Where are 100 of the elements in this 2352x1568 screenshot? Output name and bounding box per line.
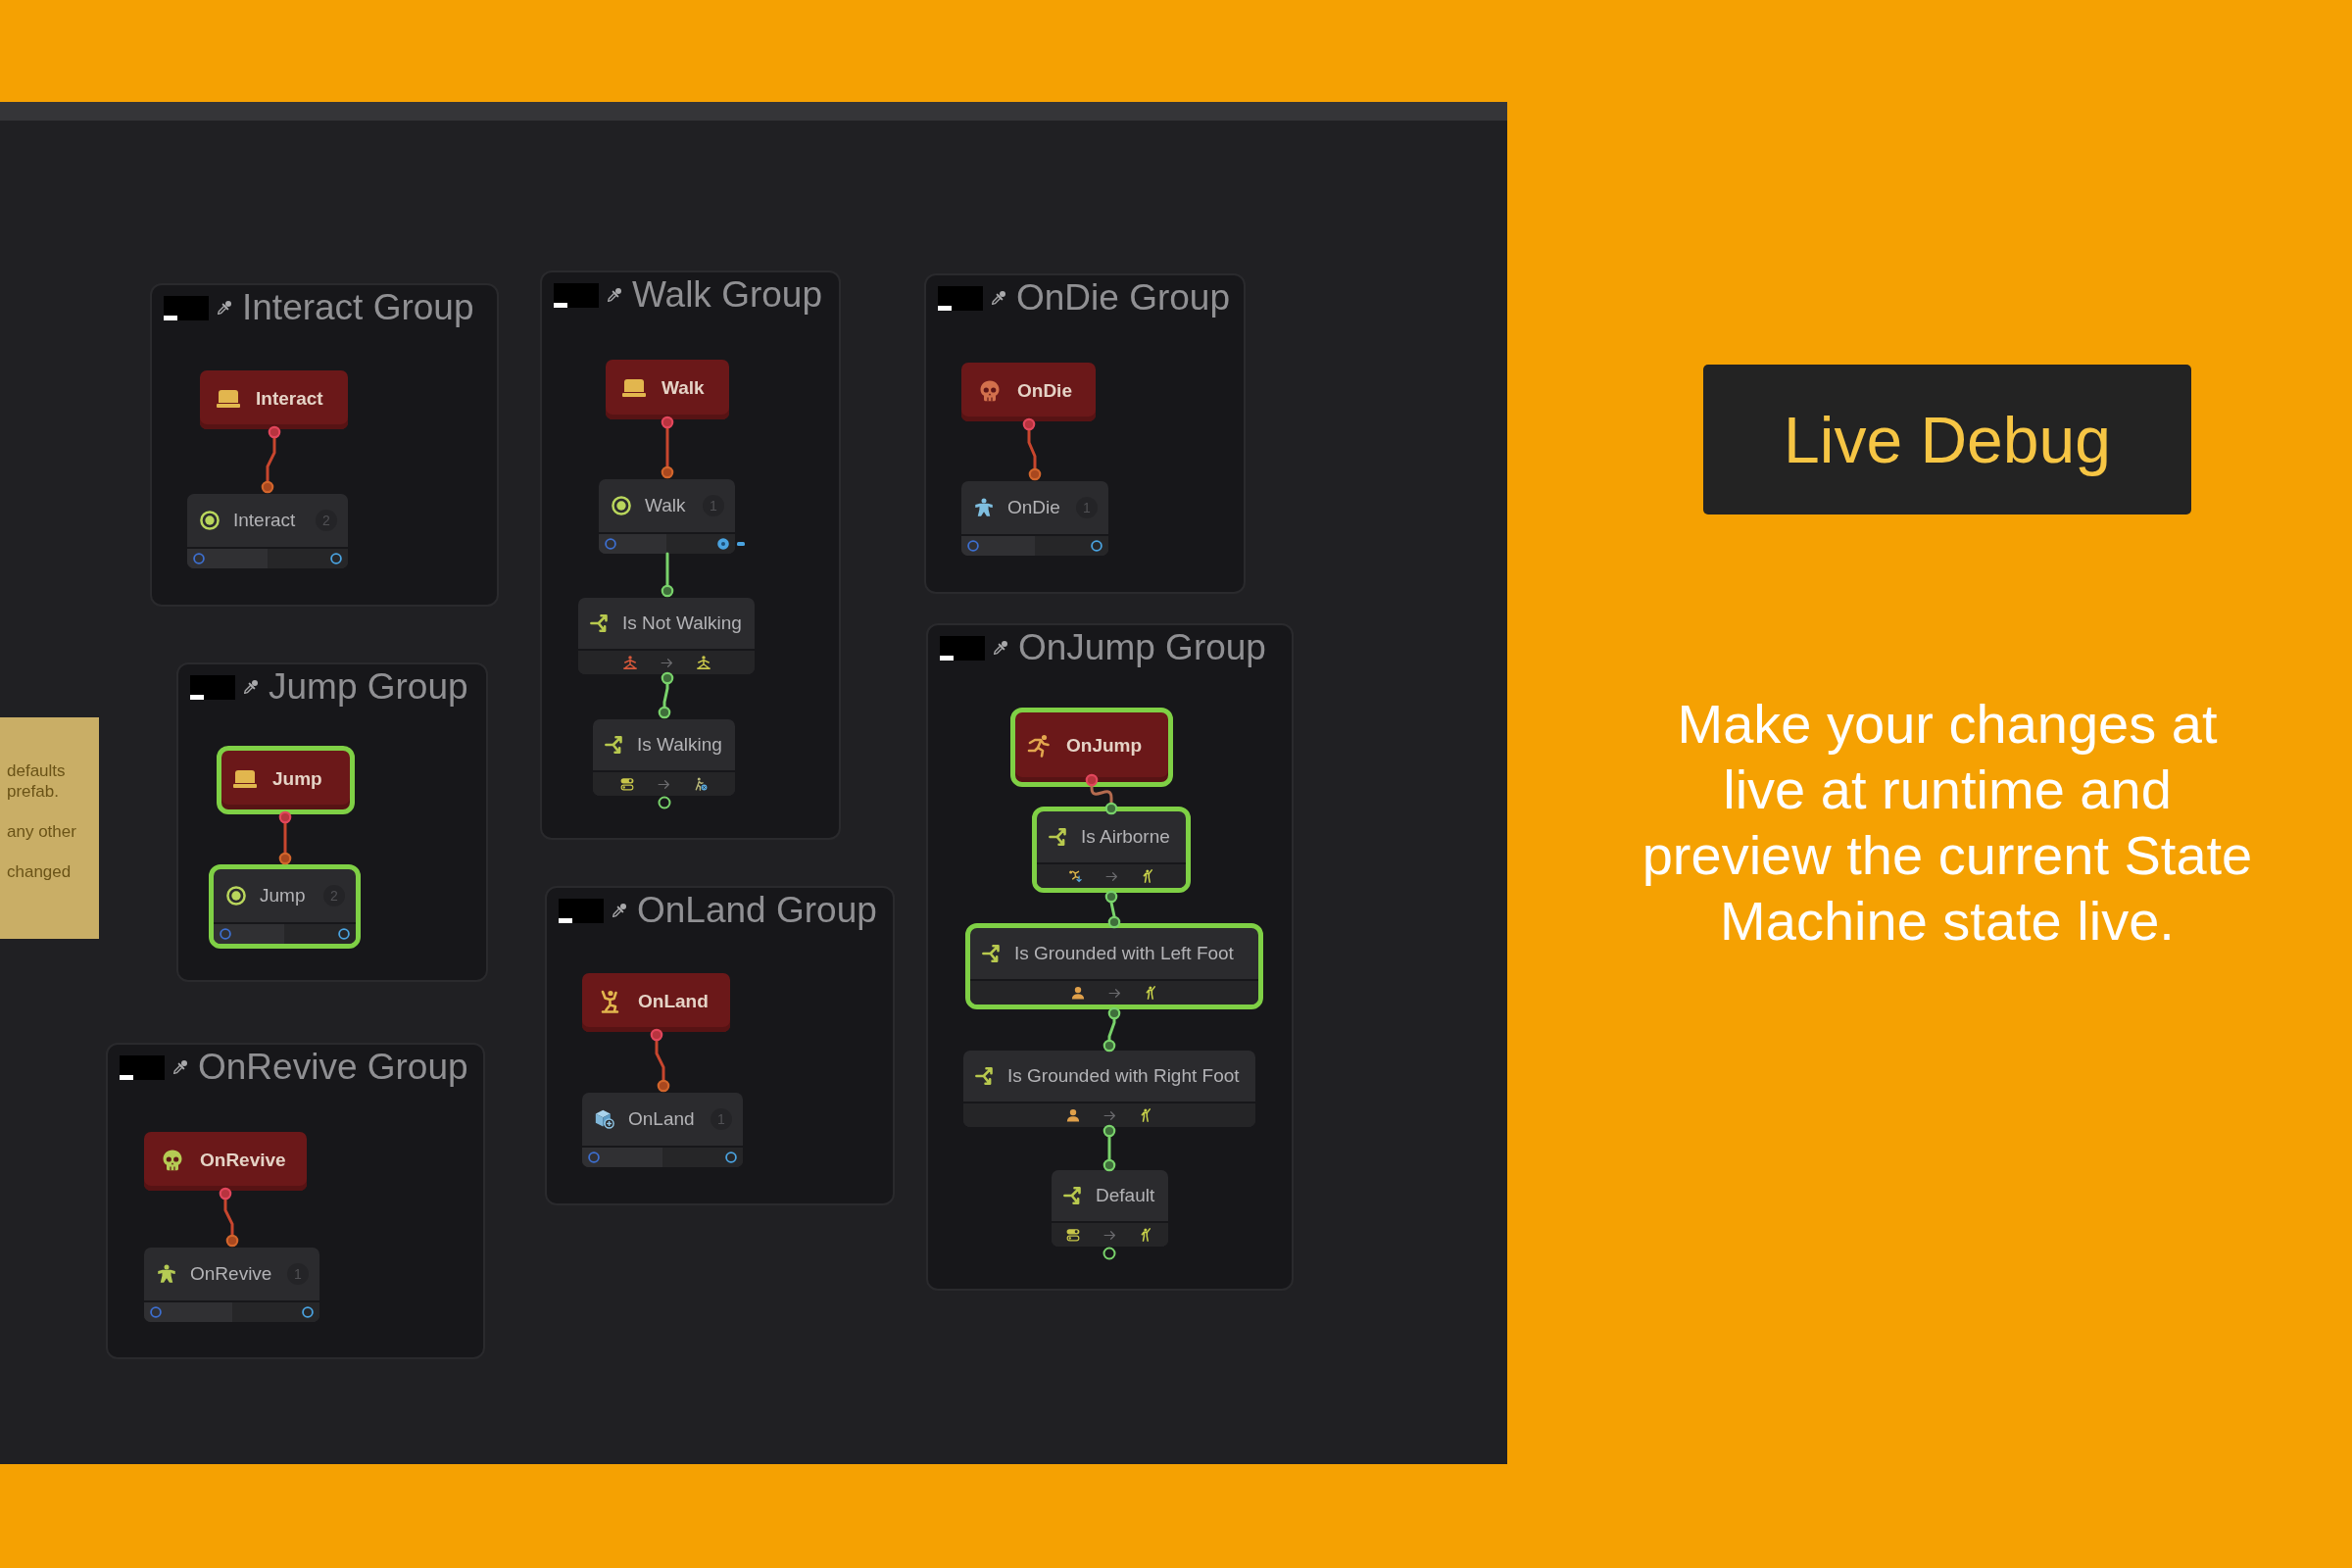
group-title: Walk Group bbox=[632, 275, 822, 316]
group-title: OnJump Group bbox=[1018, 628, 1266, 668]
port-icon bbox=[1102, 1247, 1116, 1260]
connector bbox=[1104, 890, 1121, 929]
arrow-icon bbox=[1103, 1228, 1116, 1242]
link-stub-icon bbox=[737, 542, 745, 546]
user-icon bbox=[1070, 986, 1085, 1000]
eyedropper-icon bbox=[991, 290, 1006, 307]
connector bbox=[1102, 1124, 1116, 1172]
swatch-icon[interactable] bbox=[940, 635, 985, 661]
node-label: OnDie bbox=[1007, 497, 1061, 518]
waving-figure-icon bbox=[1141, 869, 1155, 883]
node-label: Jump bbox=[272, 767, 322, 790]
port-icon bbox=[302, 1306, 314, 1318]
running-figure-icon bbox=[1027, 734, 1051, 758]
connector bbox=[1102, 1006, 1121, 1053]
node-label: OnDie bbox=[1017, 379, 1072, 402]
connector bbox=[219, 1187, 239, 1248]
person-icon bbox=[974, 498, 994, 517]
figure-x-icon bbox=[694, 777, 708, 791]
node-label: OnJump bbox=[1066, 735, 1143, 757]
user-icon bbox=[1065, 1108, 1080, 1122]
node-label: Interact bbox=[233, 510, 297, 531]
eyedropper-icon bbox=[993, 640, 1008, 657]
note-text: defaults bbox=[7, 761, 66, 782]
arrow-icon bbox=[660, 656, 673, 669]
node-label: Is Grounded with Right Foot bbox=[1007, 1065, 1240, 1087]
radio-dot-icon bbox=[200, 511, 220, 530]
node-label: Walk bbox=[645, 495, 687, 516]
node-label: OnLand bbox=[628, 1108, 696, 1130]
port-icon bbox=[220, 928, 231, 940]
toggle-icon bbox=[1066, 1228, 1080, 1242]
skull-icon bbox=[978, 378, 1002, 403]
chest-icon bbox=[622, 376, 646, 400]
arrow-icon bbox=[1102, 1108, 1116, 1122]
node-label: Is Airborne bbox=[1081, 826, 1170, 848]
port-icon bbox=[725, 1152, 737, 1163]
toggle-icon bbox=[620, 777, 634, 791]
swatch-icon[interactable] bbox=[190, 674, 235, 700]
node-label: Default bbox=[1096, 1185, 1155, 1206]
note-text: any other bbox=[7, 821, 76, 842]
eyedropper-icon bbox=[607, 287, 622, 304]
node-label: Is Not Walking bbox=[622, 612, 742, 634]
port-icon bbox=[338, 928, 350, 940]
node-label: OnRevive bbox=[200, 1149, 286, 1171]
arrow-icon bbox=[1107, 986, 1121, 1000]
port-icon bbox=[193, 553, 205, 564]
falling-figure-icon bbox=[1067, 869, 1082, 883]
node-label: Walk bbox=[662, 377, 705, 399]
port-icon bbox=[330, 553, 342, 564]
waving-figure-icon bbox=[1144, 986, 1158, 1000]
group-title: OnLand Group bbox=[637, 891, 877, 931]
seated-figure-icon bbox=[696, 656, 710, 669]
arrow-icon bbox=[658, 777, 670, 791]
cube-plus-icon bbox=[595, 1109, 614, 1129]
seated-figure-icon bbox=[622, 656, 637, 669]
note-text: changed bbox=[7, 861, 72, 882]
node-label: OnLand bbox=[638, 990, 709, 1012]
radio-dot-icon bbox=[612, 496, 631, 515]
connector bbox=[1085, 773, 1118, 815]
connector bbox=[661, 416, 674, 479]
port-icon bbox=[658, 796, 671, 809]
eyedropper-icon bbox=[243, 679, 259, 696]
port-icon bbox=[588, 1152, 600, 1163]
radio-dot-icon bbox=[226, 886, 246, 906]
node-label: Is Walking bbox=[637, 734, 722, 756]
connector bbox=[278, 810, 292, 865]
node-label: Jump bbox=[260, 885, 307, 906]
connector bbox=[1022, 417, 1042, 481]
waving-figure-icon bbox=[1140, 1228, 1153, 1242]
node-label: Is Grounded with Left Foot bbox=[1014, 943, 1234, 964]
group-title: OnDie Group bbox=[1016, 278, 1230, 318]
swatch-icon[interactable] bbox=[554, 282, 599, 308]
node-label: OnRevive bbox=[190, 1263, 273, 1285]
connector bbox=[658, 671, 674, 719]
port-icon bbox=[717, 538, 729, 550]
note-text: prefab. bbox=[7, 781, 59, 802]
connector bbox=[661, 552, 674, 598]
eyedropper-icon bbox=[612, 903, 627, 919]
group-title: Jump Group bbox=[269, 667, 468, 708]
swatch-icon[interactable] bbox=[938, 285, 983, 311]
waving-figure-icon bbox=[1139, 1108, 1153, 1122]
skull-icon bbox=[161, 1148, 184, 1172]
port-icon bbox=[150, 1306, 162, 1318]
group-title: OnRevive Group bbox=[198, 1048, 468, 1088]
port-icon bbox=[1091, 540, 1102, 552]
node-label: Interact bbox=[256, 387, 323, 410]
arrow-icon bbox=[1104, 869, 1118, 883]
eyedropper-icon bbox=[172, 1059, 188, 1076]
swatch-icon[interactable] bbox=[164, 295, 209, 320]
port-icon bbox=[605, 538, 616, 550]
port-icon bbox=[967, 540, 979, 552]
swatch-icon[interactable] bbox=[120, 1054, 165, 1080]
person-icon bbox=[157, 1264, 176, 1284]
connector bbox=[261, 425, 281, 494]
connector bbox=[650, 1028, 670, 1093]
swatch-icon[interactable] bbox=[559, 898, 604, 923]
description-text: Make your changes at live at runtime and preview the current State Machine state live. bbox=[1641, 692, 2254, 954]
title-banner: Live Debug bbox=[1703, 365, 2191, 514]
group-title: Interact Group bbox=[242, 288, 474, 328]
